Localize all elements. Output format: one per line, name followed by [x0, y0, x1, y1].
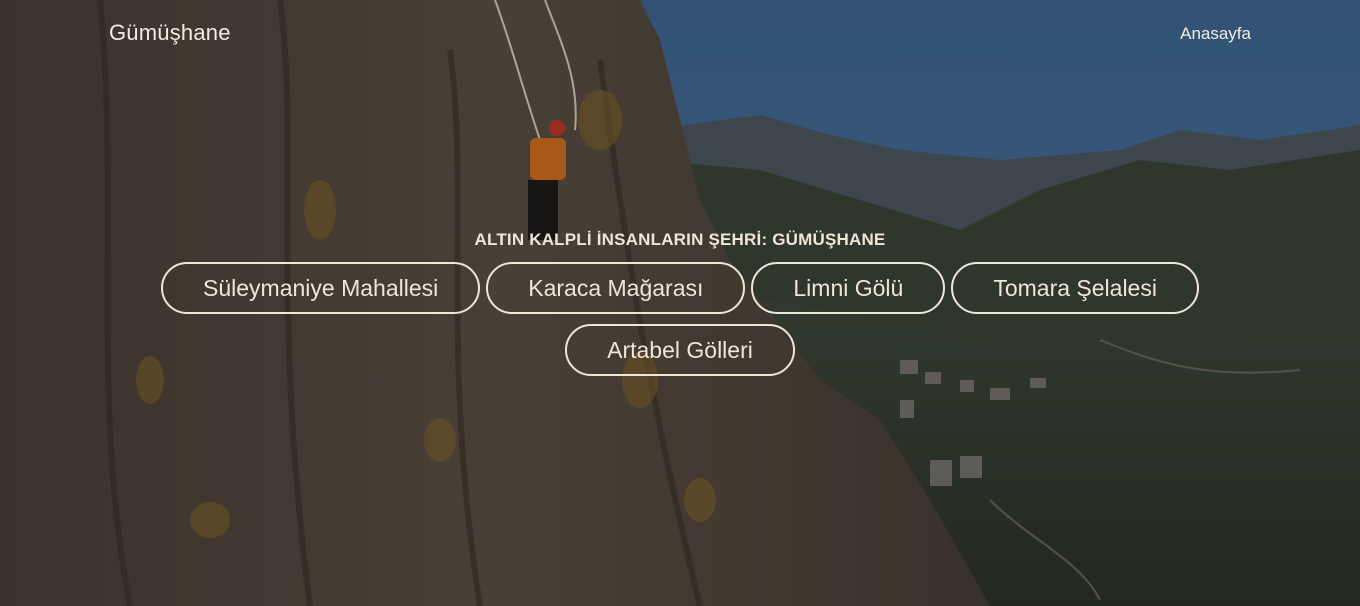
- hero-headline: ALTIN KALPLİ İNSANLARIN ŞEHRİ: GÜMÜŞHANE: [474, 230, 886, 249]
- place-button-artabel[interactable]: Artabel Gölleri: [565, 324, 795, 376]
- place-button-karaca[interactable]: Karaca Mağarası: [486, 262, 746, 314]
- nav-link-home[interactable]: Anasayfa: [1180, 24, 1251, 44]
- place-button-suleymaniye[interactable]: Süleymaniye Mahallesi: [161, 262, 481, 314]
- place-button-limni[interactable]: Limni Gölü: [751, 262, 946, 314]
- place-button-tomara[interactable]: Tomara Şelalesi: [951, 262, 1199, 314]
- brand-logo-link[interactable]: Gümüşhane: [109, 20, 231, 46]
- hero-section: Gümüşhane Anasayfa ALTIN KALPLİ İNSANLAR…: [0, 0, 1360, 606]
- places-button-group: Süleymaniye Mahallesi Karaca Mağarası Li…: [130, 262, 1230, 376]
